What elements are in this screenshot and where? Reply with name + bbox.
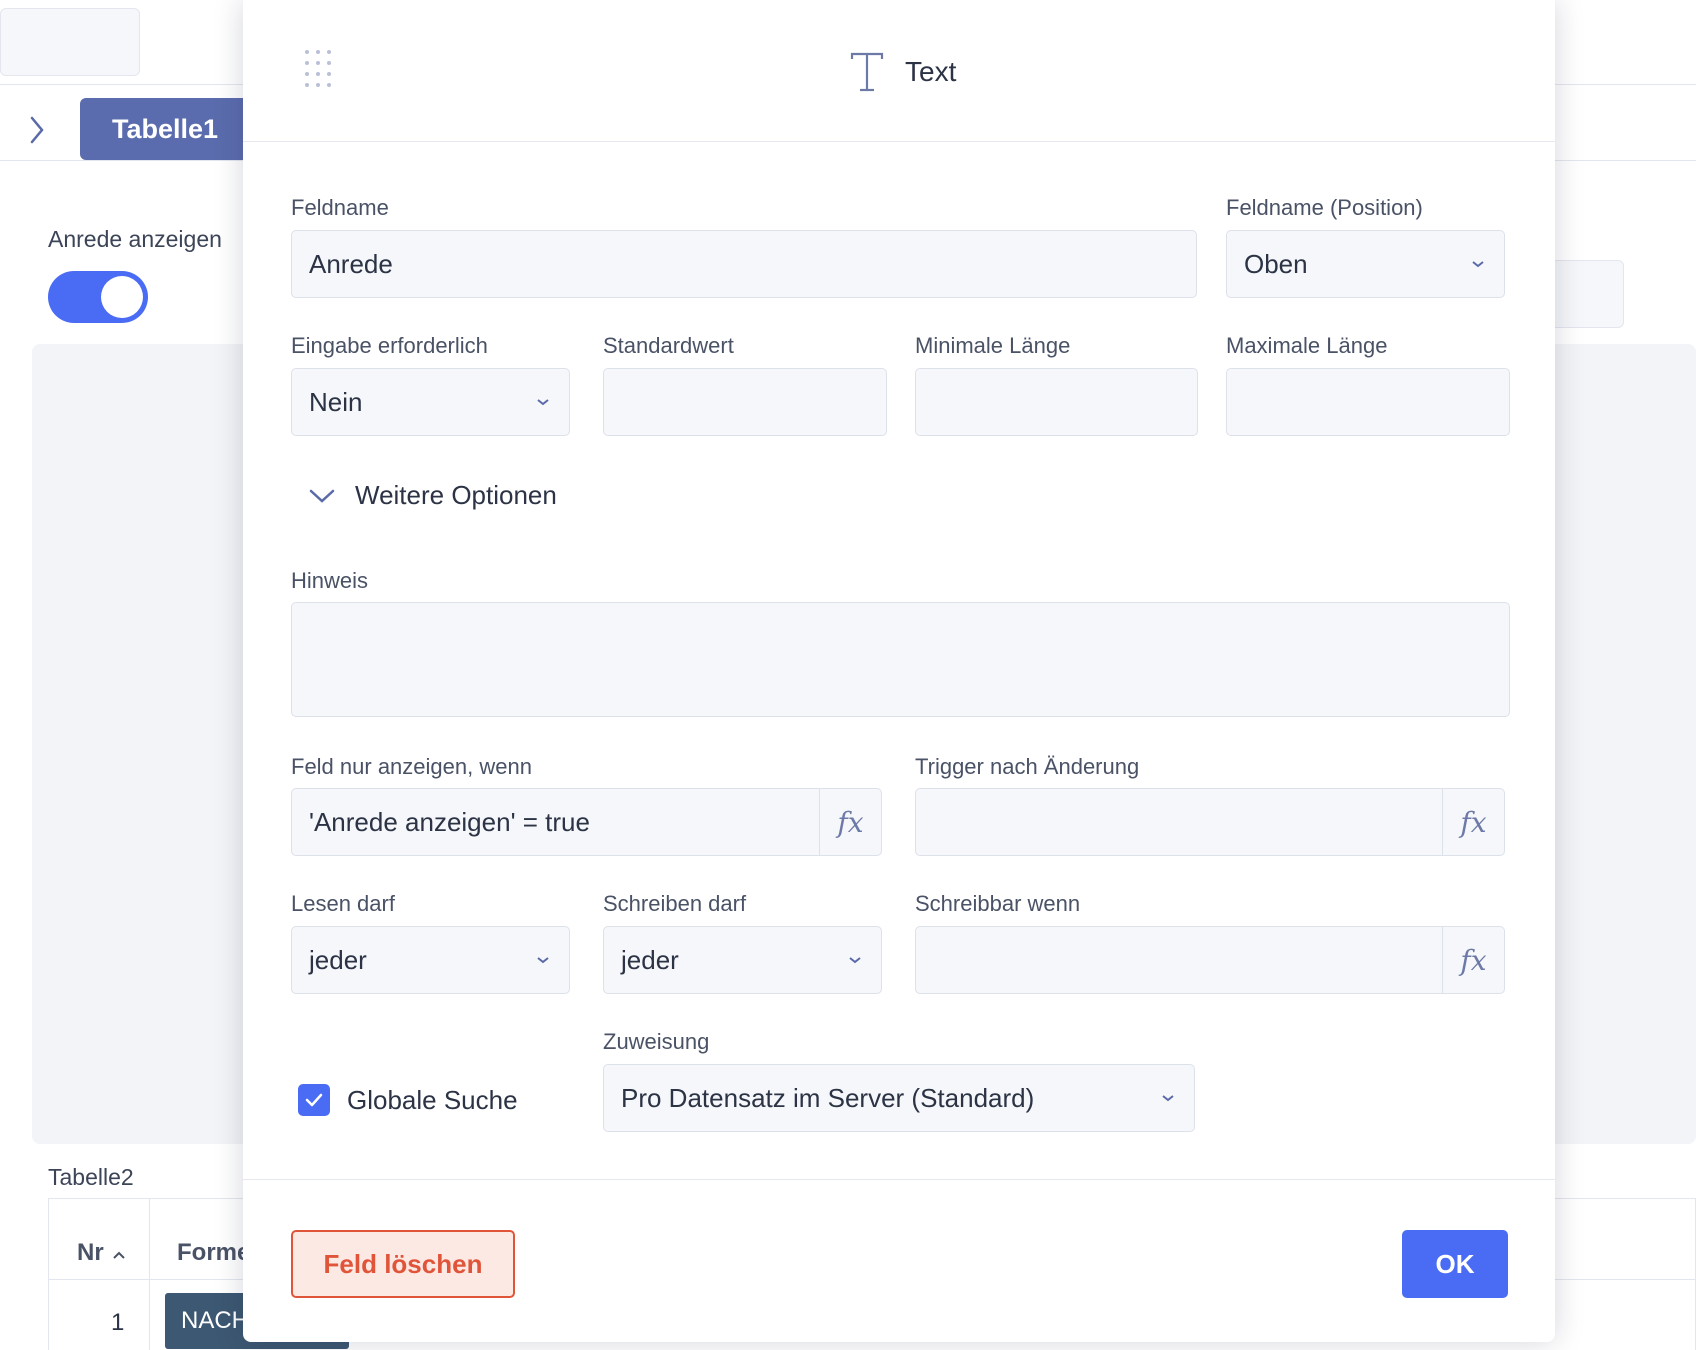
- drag-handle-icon[interactable]: [305, 50, 331, 87]
- column-divider: [149, 1199, 150, 1350]
- dialog-header: Text: [243, 0, 1555, 142]
- more-options-toggle[interactable]: Weitere Optionen: [307, 480, 557, 511]
- maximale-laenge-input[interactable]: [1226, 368, 1510, 436]
- chevron-down-icon: [1162, 1095, 1174, 1102]
- formula-button[interactable]: fx: [1442, 789, 1504, 855]
- minimale-laenge-label: Minimale Länge: [915, 333, 1071, 358]
- feldname-value: Anrede: [309, 248, 393, 279]
- chevron-down-icon: [849, 957, 861, 964]
- tab-tabelle1[interactable]: Tabelle1: [80, 98, 260, 160]
- text-type-icon: [850, 52, 884, 92]
- dialog-title: Text: [849, 50, 956, 94]
- feldname-position-label: Feldname (Position): [1226, 195, 1423, 220]
- column-header-label: Nr: [77, 1239, 104, 1266]
- background-input: [0, 8, 140, 76]
- sort-ascending-icon: [113, 1251, 126, 1259]
- maximale-laenge-label: Maximale Länge: [1226, 333, 1388, 358]
- feldname-label: Feldname: [291, 195, 389, 220]
- hinweis-label: Hinweis: [291, 568, 369, 593]
- schreibbar-wenn-label: Schreibbar wenn: [915, 891, 1081, 916]
- hinweis-textarea[interactable]: [291, 602, 1510, 717]
- fx-icon: fx: [1460, 943, 1487, 977]
- dialog-title-text: Text: [905, 56, 957, 87]
- lesen-darf-label: Lesen darf: [291, 891, 395, 916]
- chevron-right-icon[interactable]: [28, 112, 52, 148]
- globale-suche-label: Globale Suche: [347, 1084, 518, 1115]
- feldname-input[interactable]: Anrede: [291, 230, 1197, 298]
- ok-button[interactable]: OK: [1402, 1230, 1508, 1298]
- eingabe-erforderlich-label: Eingabe erforderlich: [291, 333, 488, 358]
- fx-icon: fx: [837, 805, 864, 839]
- minimale-laenge-input[interactable]: [915, 368, 1198, 436]
- delete-field-button[interactable]: Feld löschen: [291, 1230, 515, 1298]
- chevron-down-icon: [1472, 261, 1484, 268]
- toggle-label: Anrede anzeigen: [48, 226, 222, 252]
- schreiben-darf-select[interactable]: jeder: [603, 926, 882, 994]
- table-label: Tabelle2: [48, 1164, 134, 1190]
- checkbox-checked[interactable]: [298, 1084, 330, 1116]
- formula-button[interactable]: fx: [819, 789, 881, 855]
- zuweisung-select[interactable]: Pro Datensatz im Server (Standard): [603, 1064, 1195, 1132]
- fx-icon: fx: [1460, 805, 1487, 839]
- globale-suche-checkbox[interactable]: Globale Suche: [298, 1084, 518, 1116]
- zuweisung-value: Pro Datensatz im Server (Standard): [621, 1082, 1035, 1113]
- feld-nur-anzeigen-label: Feld nur anzeigen, wenn: [291, 754, 532, 779]
- field-settings-dialog: Text Feldname Anrede Feldname (Position)…: [243, 0, 1555, 1342]
- footer-divider: [243, 1179, 1555, 1180]
- trigger-input[interactable]: fx: [915, 788, 1505, 856]
- lesen-darf-select[interactable]: jeder: [291, 926, 570, 994]
- trigger-label: Trigger nach Änderung: [915, 754, 1140, 779]
- column-header-nr[interactable]: Nr: [77, 1239, 126, 1267]
- chevron-down-icon: [537, 399, 549, 406]
- chevron-down-icon: [309, 489, 335, 503]
- schreiben-darf-value: jeder: [621, 944, 679, 975]
- feld-nur-anzeigen-input[interactable]: 'Anrede anzeigen' = true fx: [291, 788, 882, 856]
- schreibbar-wenn-input[interactable]: fx: [915, 926, 1505, 994]
- schreiben-darf-label: Schreiben darf: [603, 891, 747, 916]
- lesen-darf-value: jeder: [309, 944, 367, 975]
- eingabe-erforderlich-value: Nein: [309, 386, 363, 417]
- chevron-down-icon: [537, 957, 549, 964]
- more-options-label: Weitere Optionen: [355, 480, 557, 510]
- anrede-anzeigen-toggle[interactable]: [48, 271, 148, 323]
- feldname-position-value: Oben: [1244, 248, 1308, 279]
- zuweisung-label: Zuweisung: [603, 1029, 710, 1054]
- toggle-knob: [101, 276, 143, 318]
- column-header-form[interactable]: Forme: [177, 1239, 250, 1267]
- feld-nur-anzeigen-value: 'Anrede anzeigen' = true: [309, 806, 590, 837]
- feldname-position-select[interactable]: Oben: [1226, 230, 1505, 298]
- standardwert-label: Standardwert: [603, 333, 734, 358]
- checkmark-icon: [305, 1093, 323, 1107]
- formula-button[interactable]: fx: [1442, 927, 1504, 993]
- eingabe-erforderlich-select[interactable]: Nein: [291, 368, 570, 436]
- table-cell-nr: 1: [111, 1309, 125, 1336]
- standardwert-input[interactable]: [603, 368, 887, 436]
